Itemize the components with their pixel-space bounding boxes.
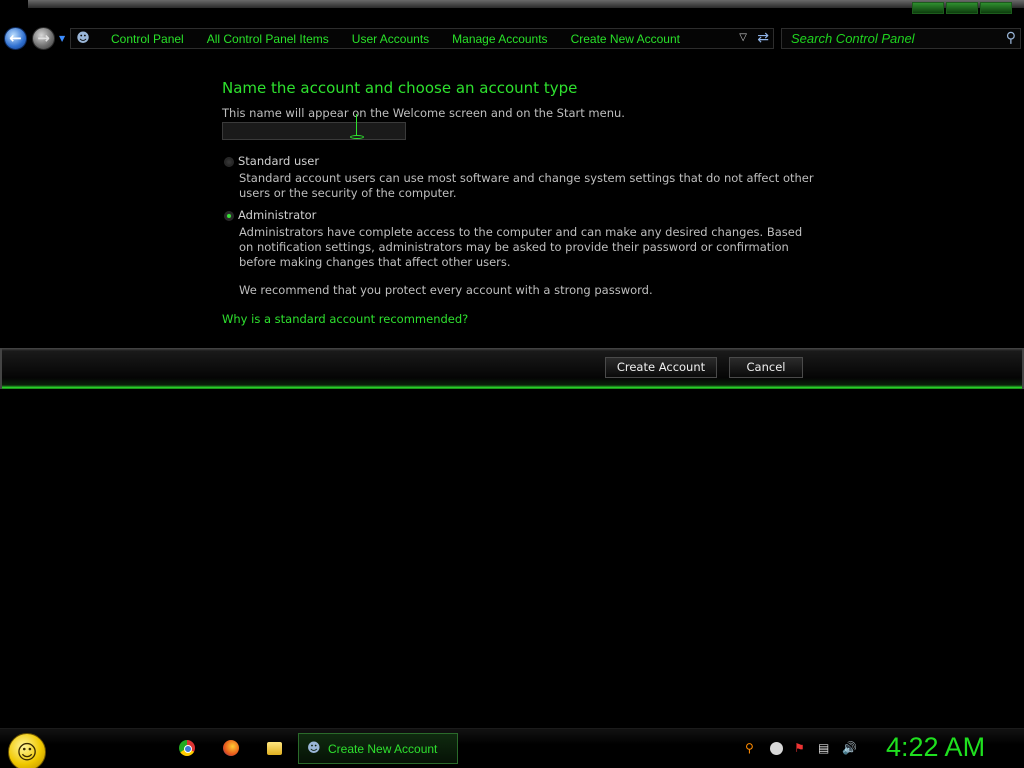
standard-user-radio[interactable] bbox=[224, 157, 234, 167]
users-icon: ☻ bbox=[307, 741, 321, 756]
navigation-bar: ← → ▼ ☻ Control Panel All Control Panel … bbox=[0, 24, 1024, 54]
breadcrumb-create-new-account[interactable]: Create New Account bbox=[571, 32, 680, 46]
volume-icon[interactable]: 🔊 bbox=[842, 741, 857, 755]
minimize-button[interactable] bbox=[912, 2, 944, 14]
refresh-icon[interactable]: ⇄ bbox=[757, 30, 769, 46]
taskbar-task-create-account[interactable]: ☻ Create New Account bbox=[298, 733, 458, 764]
administrator-label[interactable]: Administrator bbox=[238, 208, 316, 222]
password-recommendation: We recommend that you protect every acco… bbox=[239, 283, 653, 297]
clock[interactable]: 4:22 AM bbox=[886, 732, 985, 763]
cancel-button[interactable]: Cancel bbox=[729, 357, 803, 378]
administrator-description: Administrators have complete access to t… bbox=[239, 225, 803, 269]
window-frame-top bbox=[28, 0, 1024, 8]
forward-button[interactable]: → bbox=[32, 27, 55, 50]
search-input[interactable]: Search Control Panel ⚲ bbox=[781, 28, 1021, 49]
text-cursor-icon bbox=[348, 114, 366, 140]
breadcrumb-user-accounts[interactable]: User Accounts bbox=[352, 32, 429, 46]
ball-icon[interactable] bbox=[770, 742, 783, 755]
breadcrumb-all-items[interactable]: All Control Panel Items bbox=[207, 32, 329, 46]
firefox-icon[interactable] bbox=[223, 740, 239, 756]
button-bar: Create Account Cancel bbox=[0, 348, 1024, 389]
start-button-icon[interactable]: ☺ bbox=[8, 733, 46, 768]
back-button[interactable]: ← bbox=[4, 27, 27, 50]
flag-icon[interactable]: ⚑ bbox=[794, 741, 805, 755]
breadcrumb-control-panel[interactable]: Control Panel bbox=[111, 32, 184, 46]
address-dropdown-icon[interactable]: ▽ bbox=[739, 32, 747, 43]
address-bar[interactable]: ☻ Control Panel All Control Panel Items … bbox=[70, 28, 774, 49]
standard-user-description: Standard account users can use most soft… bbox=[239, 171, 814, 200]
name-hint: This name will appear on the Welcome scr… bbox=[222, 106, 625, 120]
maximize-button[interactable] bbox=[946, 2, 978, 14]
administrator-radio[interactable] bbox=[224, 211, 234, 221]
users-icon: ☻ bbox=[76, 31, 90, 46]
window-controls bbox=[912, 2, 1012, 14]
search-icon[interactable]: ⚲ bbox=[745, 741, 754, 755]
create-account-form: Name the account and choose an account t… bbox=[222, 78, 822, 326]
chrome-icon[interactable] bbox=[179, 740, 195, 756]
network-icon[interactable]: ▤ bbox=[818, 741, 829, 755]
account-name-field[interactable] bbox=[222, 122, 406, 140]
breadcrumb-manage-accounts[interactable]: Manage Accounts bbox=[452, 32, 547, 46]
folder-icon[interactable] bbox=[267, 742, 282, 755]
help-link[interactable]: Why is a standard account recommended? bbox=[222, 312, 468, 326]
create-account-button[interactable]: Create Account bbox=[605, 357, 717, 378]
taskbar: ☺ ☻ Create New Account ⚲ ⚑ ▤ 🔊 4:22 AM bbox=[0, 728, 1024, 768]
standard-user-label[interactable]: Standard user bbox=[238, 154, 319, 168]
close-button[interactable] bbox=[980, 2, 1012, 14]
recent-pages-dropdown[interactable]: ▼ bbox=[59, 34, 67, 43]
screen: ← → ▼ ☻ Control Panel All Control Panel … bbox=[0, 0, 1024, 768]
search-icon[interactable]: ⚲ bbox=[1006, 30, 1016, 46]
page-title: Name the account and choose an account t… bbox=[222, 79, 578, 97]
task-label: Create New Account bbox=[328, 742, 438, 756]
search-placeholder: Search Control Panel bbox=[791, 31, 915, 46]
